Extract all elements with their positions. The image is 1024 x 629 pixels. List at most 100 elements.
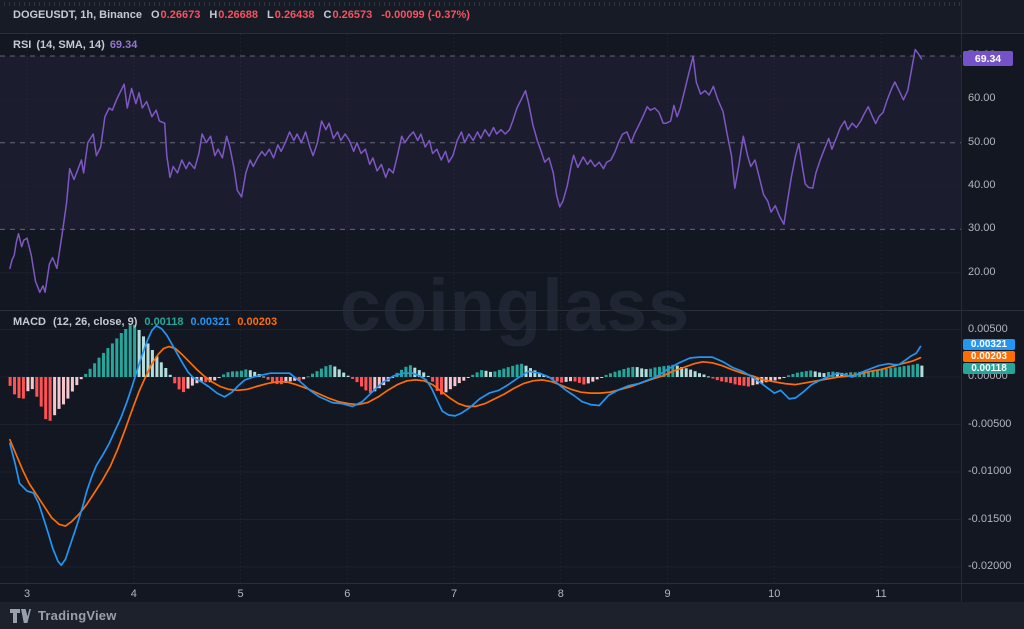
macd-histogram-bar (267, 377, 270, 380)
rsi-axis-label: 50.00 (968, 136, 996, 148)
time-axis-label: 3 (24, 588, 30, 600)
macd-histogram-bar (569, 377, 572, 381)
macd-histogram-bar (516, 365, 519, 377)
macd-line-value: 0.00321 (191, 316, 231, 328)
macd-line (10, 326, 921, 565)
macd-histogram-bar (636, 367, 639, 377)
macd-histogram-bar (502, 369, 505, 377)
macd-histogram-bar (22, 377, 25, 399)
tradingview-label[interactable]: TradingView (38, 608, 117, 623)
macd-histogram-bar (333, 367, 336, 378)
macd-histogram-bar (240, 371, 243, 377)
macd-histogram-bar (511, 366, 514, 377)
symbol-title[interactable]: DOGEUSDT, 1h, Binance (13, 9, 142, 21)
macd-histogram-bar (609, 373, 612, 377)
macd-histogram-bar (218, 377, 221, 378)
macd-histogram-bar (262, 377, 265, 378)
macd-histogram-bar (40, 377, 43, 407)
macd-histogram-bar (58, 377, 61, 409)
macd-histogram-bar (689, 370, 692, 377)
macd-histogram-bar (249, 370, 252, 377)
macd-histogram-bar (173, 377, 176, 383)
macd-histogram-bar (889, 368, 892, 377)
macd-histogram-bar (489, 372, 492, 377)
macd-histogram-bar (805, 371, 808, 377)
macd-histogram-bar (98, 358, 101, 377)
macd-histogram-bar (369, 377, 372, 393)
macd-histogram-bar (84, 374, 87, 377)
macd-histogram-bar (631, 367, 634, 377)
macd-histogram-bar (743, 377, 746, 386)
macd-histogram-bar (431, 377, 434, 382)
rsi-title[interactable]: RSI (13, 39, 31, 51)
price-axis[interactable]: 70.0060.0050.0040.0030.0020.00 0.005000.… (962, 0, 1024, 602)
time-axis[interactable] (0, 584, 961, 602)
macd-histogram-bar (182, 377, 185, 392)
macd-histogram-bar (471, 375, 474, 377)
time-axis-label: 9 (664, 588, 670, 600)
macd-histogram-bar (458, 377, 461, 383)
macd-histogram-bar (80, 377, 83, 379)
macd-histogram-bar (427, 376, 430, 377)
macd-histogram-bar (734, 377, 737, 384)
rsi-axis-label: 60.00 (968, 92, 996, 104)
macd-histogram-bar (324, 366, 327, 377)
macd-histogram-bar (311, 374, 314, 377)
change-value: -0.00099 (-0.37%) (381, 9, 470, 21)
tradingview-logo-icon[interactable] (10, 609, 31, 623)
macd-histogram-bar (676, 366, 679, 377)
macd-histogram-bar (622, 369, 625, 377)
macd-histogram-bar (654, 367, 657, 377)
macd-title[interactable]: MACD (13, 316, 46, 328)
macd-histogram-bar (596, 377, 599, 379)
macd-histogram-bar (640, 368, 643, 377)
macd-histogram-bar (725, 377, 728, 382)
macd-histogram-bar (729, 377, 732, 383)
macd-histogram-bar (329, 365, 332, 377)
macd-signal-line (10, 347, 921, 526)
macd-histogram-bar (485, 371, 488, 377)
macd-histogram-bar (916, 364, 919, 377)
macd-histogram-bar (903, 366, 906, 377)
collapsed-candles-texture (4, 2, 960, 6)
macd-histogram-bar (556, 377, 559, 382)
macd-histogram-bar (649, 369, 652, 377)
macd-histogram-bar (351, 377, 354, 379)
macd-hist-badge: 0.00118 (963, 363, 1015, 374)
macd-histogram-bar (235, 371, 238, 377)
time-axis-label: 10 (768, 588, 780, 600)
macd-histogram-bar (698, 373, 701, 377)
macd-histogram-bar (280, 377, 283, 384)
macd-histogram-bar (49, 377, 52, 421)
macd-histogram-bar (685, 368, 688, 377)
macd-histogram-bar (26, 377, 29, 391)
macd-histogram-bar (227, 372, 230, 377)
macd-axis-label: -0.00500 (968, 418, 1011, 430)
macd-histogram-bar (876, 370, 879, 377)
macd-histogram-bar (738, 377, 741, 385)
chart-canvas[interactable]: coinglass (0, 0, 1024, 629)
macd-hist-value: 0.00118 (144, 316, 183, 328)
macd-histogram-bar (796, 373, 799, 377)
macd-histogram-bar (9, 377, 12, 386)
pane-separator[interactable] (0, 310, 1024, 311)
time-axis-label: 11 (875, 588, 886, 600)
close-value: C0.26573 (324, 9, 373, 21)
branding-bar: TradingView (0, 602, 1024, 629)
macd-histogram-bar (498, 370, 501, 377)
macd-histogram-bar (614, 372, 617, 377)
macd-histogram-bar (774, 377, 777, 381)
macd-histogram-bar (720, 377, 723, 381)
macd-signal-value: 0.00203 (237, 316, 277, 328)
macd-histogram-bar (818, 373, 821, 378)
macd-histogram-bar (747, 377, 750, 387)
macd-histogram-bar (320, 369, 323, 377)
macd-histogram-bar (289, 377, 292, 382)
macd-histogram-bar (507, 367, 510, 377)
macd-axis-label: -0.01000 (968, 465, 1011, 477)
rsi-axis-label: 30.00 (968, 222, 996, 234)
macd-histogram-bar (783, 377, 786, 378)
macd-axis-label: -0.02000 (968, 560, 1011, 572)
symbol-legend: DOGEUSDT, 1h, Binance O0.26673 H0.26688 … (13, 9, 470, 21)
macd-histogram-bar (347, 376, 350, 377)
